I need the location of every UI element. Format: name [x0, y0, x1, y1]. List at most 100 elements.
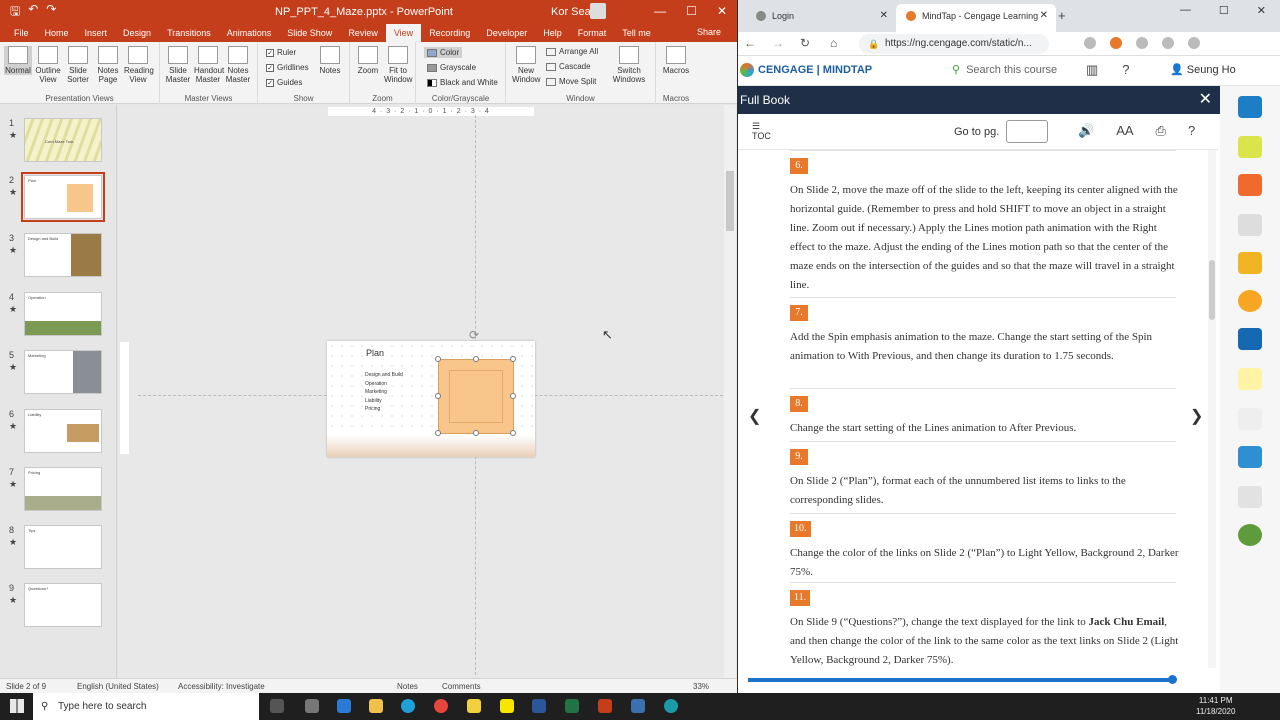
- slide-thumbnail[interactable]: 5 ★ Marketing: [0, 350, 117, 406]
- arrange-all-button[interactable]: Arrange All: [546, 47, 598, 56]
- menu-dots-icon[interactable]: [1188, 37, 1200, 49]
- normal-view-button[interactable]: Normal: [4, 46, 32, 75]
- word-icon[interactable]: [532, 699, 546, 713]
- reload-icon[interactable]: ↻: [800, 36, 810, 50]
- read-speaker-icon[interactable]: [1238, 408, 1262, 430]
- reading-view-button[interactable]: Reading View: [124, 46, 154, 84]
- share-button[interactable]: Share: [697, 27, 721, 37]
- color-button[interactable]: Color: [424, 47, 463, 58]
- black-and-white-button[interactable]: Black and White: [427, 78, 498, 87]
- powerpoint-icon[interactable]: [598, 699, 612, 713]
- chrome-icon[interactable]: [434, 699, 448, 713]
- resize-handle[interactable]: [510, 393, 516, 399]
- tab-review[interactable]: Review: [340, 24, 386, 42]
- avatar[interactable]: [590, 3, 606, 19]
- resize-handle[interactable]: [473, 430, 479, 436]
- macros-button[interactable]: Macros: [662, 46, 690, 75]
- tab-view[interactable]: View: [385, 24, 422, 42]
- tab-slide-show[interactable]: Slide Show: [279, 24, 340, 42]
- mail-icon[interactable]: [337, 699, 351, 713]
- user-menu[interactable]: 👤 Seung Ho: [1170, 63, 1236, 76]
- list-item[interactable]: Pricing: [365, 405, 403, 414]
- current-slide[interactable]: Plan Design and Build Operation Marketin…: [327, 341, 535, 457]
- slide-thumbnail[interactable]: 8 ★ Tips: [0, 525, 117, 581]
- tab-developer[interactable]: Developer: [478, 24, 535, 42]
- slide-title[interactable]: Plan: [366, 348, 384, 358]
- extension-icon[interactable]: [1110, 37, 1122, 49]
- tab-recording[interactable]: Recording: [421, 24, 478, 42]
- grayscale-button[interactable]: Grayscale: [427, 63, 476, 72]
- new-window-button[interactable]: New Window: [512, 46, 540, 84]
- ruler-checkbox[interactable]: ✓ Ruler: [266, 48, 296, 57]
- close-button[interactable]: ✕: [717, 4, 727, 18]
- sam-icon[interactable]: [1238, 214, 1262, 236]
- previous-page-arrow-icon[interactable]: ❮: [748, 406, 761, 426]
- slide-editing-canvas[interactable]: 4 · 3 · 2 · 1 · 0 · 1 · 2 · 3 · 4 Plan D…: [118, 105, 724, 678]
- window-app-icon[interactable]: [631, 699, 645, 713]
- resize-handle[interactable]: [435, 356, 441, 362]
- handout-master-button[interactable]: Handout Master: [194, 46, 224, 84]
- app-icon[interactable]: [305, 699, 319, 713]
- help-icon[interactable]: ?: [1122, 62, 1129, 78]
- profile-icon[interactable]: [1162, 37, 1174, 49]
- slide-thumbnail[interactable]: 7 ★ Pricing: [0, 467, 117, 523]
- redo-icon[interactable]: ↷: [46, 2, 56, 23]
- maximize-button[interactable]: ☐: [1219, 4, 1229, 17]
- notes-button[interactable]: Notes: [316, 46, 344, 75]
- accessibility-status[interactable]: Accessibility: Investigate: [178, 682, 265, 691]
- maze-image[interactable]: [438, 359, 514, 434]
- slide-thumbnail[interactable]: 1 ★ Corn Maze Tour: [0, 118, 117, 174]
- list-item[interactable]: Liability: [365, 397, 403, 406]
- scrollbar-thumb[interactable]: [1209, 260, 1215, 320]
- switch-windows-button[interactable]: Switch Windows: [612, 46, 646, 84]
- taskbar-search[interactable]: ⚲ Type here to search: [33, 693, 259, 720]
- forward-arrow-icon[interactable]: →: [772, 36, 784, 50]
- close-icon[interactable]: ✕: [1199, 86, 1212, 114]
- app-circle-icon[interactable]: [1238, 290, 1262, 312]
- resize-handle[interactable]: [435, 430, 441, 436]
- slide-thumbnail[interactable]: 4 ★ Operation: [0, 292, 117, 348]
- guides-checkbox[interactable]: ✓ Guides: [266, 78, 302, 87]
- move-split-button[interactable]: Move Split: [546, 77, 596, 86]
- tab-tell-me[interactable]: Tell me: [614, 24, 659, 42]
- zoom-level[interactable]: 33%: [693, 682, 709, 691]
- cascade-button[interactable]: Cascade: [546, 62, 591, 71]
- scrollbar-thumb[interactable]: [726, 171, 734, 231]
- slide-master-button[interactable]: Slide Master: [164, 46, 192, 84]
- new-tab-button[interactable]: +: [1058, 8, 1066, 23]
- rss-feed-icon[interactable]: [1238, 174, 1262, 196]
- notes-master-button[interactable]: Notes Master: [224, 46, 252, 84]
- browser-tab-login[interactable]: Login ✕: [746, 4, 896, 32]
- help-icon[interactable]: ?: [1188, 123, 1195, 139]
- read-aloud-icon[interactable]: 🔊: [1078, 123, 1094, 139]
- resize-handle[interactable]: [435, 393, 441, 399]
- close-tab-icon[interactable]: ✕: [1040, 4, 1048, 28]
- cortana-icon[interactable]: [664, 699, 678, 713]
- tab-format[interactable]: Format: [570, 24, 615, 42]
- gridlines-checkbox[interactable]: ✓ Gridlines: [266, 63, 309, 72]
- resize-handle[interactable]: [510, 356, 516, 362]
- app-globe-icon[interactable]: [1238, 524, 1262, 546]
- undo-icon[interactable]: ↶: [28, 2, 38, 23]
- vertical-scrollbar[interactable]: [724, 105, 736, 678]
- windows-start-icon[interactable]: [10, 699, 24, 713]
- goto-page-input[interactable]: [1006, 120, 1048, 143]
- book-icon[interactable]: [1238, 328, 1262, 350]
- close-button[interactable]: ✕: [1257, 4, 1266, 17]
- highlighter-icon[interactable]: [1238, 136, 1262, 158]
- minimize-button[interactable]: —: [654, 4, 666, 18]
- favorite-star-icon[interactable]: [1084, 37, 1096, 49]
- tab-transitions[interactable]: Transitions: [159, 24, 219, 42]
- maximize-button[interactable]: ☐: [686, 4, 697, 18]
- slide-thumbnail[interactable]: 6 ★ Liability: [0, 409, 117, 465]
- rotate-handle-icon[interactable]: ⟳: [469, 328, 479, 342]
- comments-toggle[interactable]: Comments: [442, 682, 481, 691]
- browser-tab-mindtap[interactable]: MindTap - Cengage Learning ✕: [896, 4, 1056, 32]
- task-view-icon[interactable]: [270, 699, 284, 713]
- edge-icon[interactable]: [401, 699, 415, 713]
- slide-sorter-button[interactable]: Slide Sorter: [64, 46, 92, 84]
- notes-icon[interactable]: [1238, 368, 1262, 390]
- course-search[interactable]: ⚲ Search this course: [952, 63, 1057, 76]
- language-indicator[interactable]: English (United States): [77, 682, 159, 691]
- sticky-notes-icon[interactable]: [467, 699, 481, 713]
